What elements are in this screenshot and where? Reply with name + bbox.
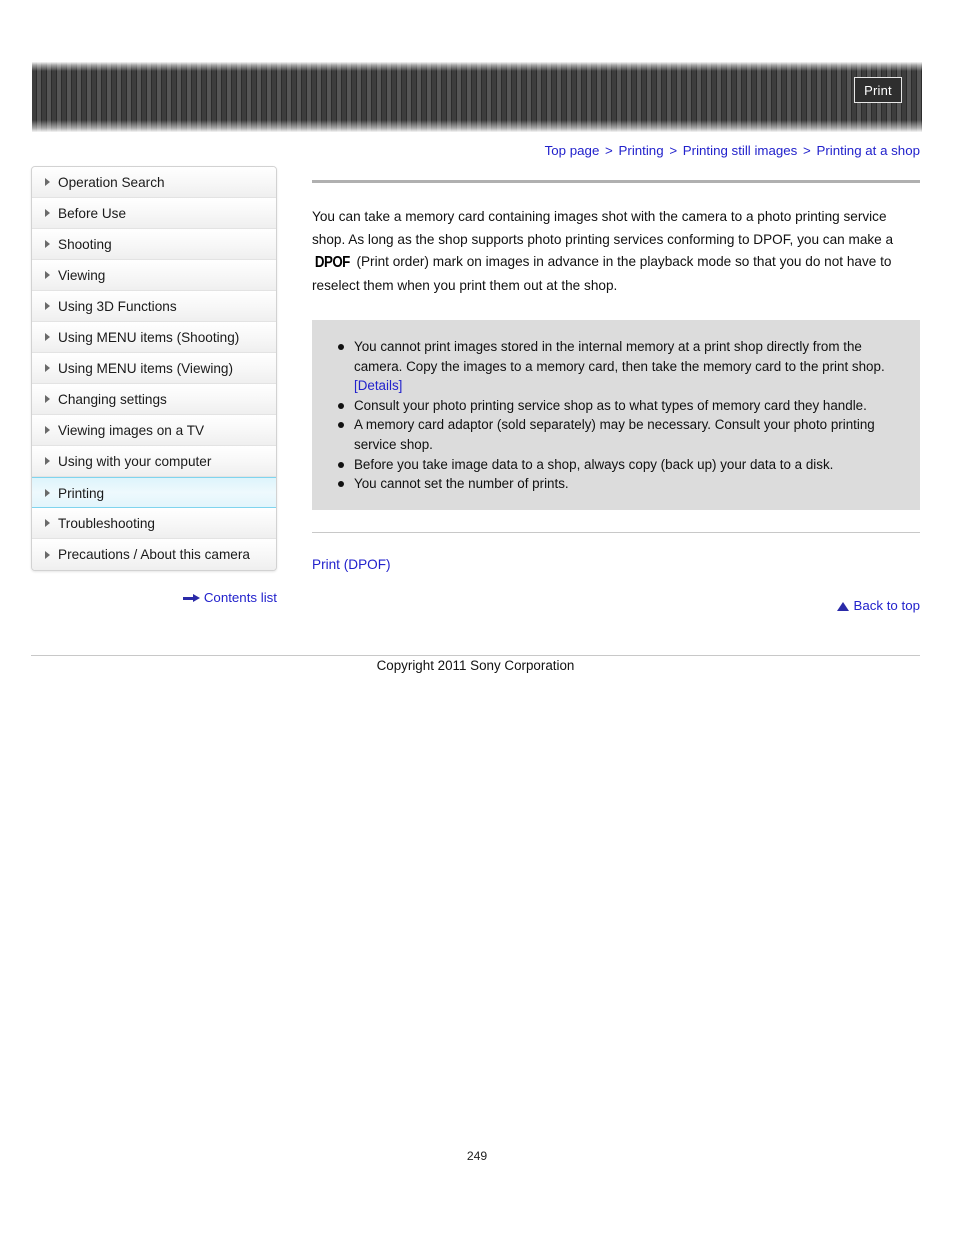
right-arrow-icon [182,594,200,603]
sidebar-item-viewing[interactable]: Viewing [32,260,276,291]
sidebar-item-before-use[interactable]: Before Use [32,198,276,229]
triangle-bullet-icon [45,457,50,465]
up-triangle-icon [837,601,850,611]
sidebar-item-changing-settings[interactable]: Changing settings [32,384,276,415]
triangle-bullet-icon [45,178,50,186]
triangle-bullet-icon [45,519,50,527]
sidebar-item-precautions-about-this-camera[interactable]: Precautions / About this camera [32,539,276,570]
sidebar-item-troubleshooting[interactable]: Troubleshooting [32,508,276,539]
middle-divider [312,531,920,533]
triangle-bullet-icon [45,488,50,497]
notes-box: You cannot print images stored in the in… [312,320,920,510]
note-text: You cannot print images stored in the in… [354,339,885,374]
bullet-icon [338,422,344,429]
sidebar-item-operation-search[interactable]: Operation Search [32,167,276,198]
bullet-icon [338,481,344,488]
page-number: 249 [466,1149,488,1163]
sidebar-item-shooting[interactable]: Shooting [32,229,276,260]
list-item: Before you take image data to a shop, al… [332,455,900,475]
triangle-bullet-icon [45,550,50,559]
breadcrumb-separator: > [669,143,678,158]
list-item: You cannot set the number of prints. [332,474,900,494]
sidebar-item-label: Precautions / About this camera [58,547,250,562]
intro-text-part1: You can take a memory card containing im… [312,209,894,247]
details-link[interactable]: [Details] [354,378,402,393]
contents-list-link[interactable]: Contents list [31,590,277,605]
sidebar-item-using-3d-functions[interactable]: Using 3D Functions [32,291,276,322]
sidebar-item-label: Using 3D Functions [58,299,177,314]
list-item: Consult your photo printing service shop… [332,396,900,416]
header-banner: Print [32,62,922,132]
triangle-bullet-icon [45,271,50,279]
sidebar-item-label: Changing settings [58,392,167,407]
sidebar-item-label: Viewing [58,268,106,283]
print-button[interactable]: Print [854,77,902,103]
copyright-text: Copyright 2011 Sony Corporation [376,658,575,673]
notes-list: You cannot print images stored in the in… [332,337,900,494]
print-dpof-link[interactable]: Print (DPOF) [312,557,920,572]
intro-paragraph: You can take a memory card containing im… [312,206,920,297]
back-to-top-link[interactable]: Back to top [312,598,920,613]
note-text: Consult your photo printing service shop… [354,397,867,413]
sidebar-item-label: Operation Search [58,175,165,190]
triangle-bullet-icon [45,395,50,403]
bullet-icon [338,402,344,409]
sidebar-item-label: Printing [58,486,105,501]
sidebar-item-label: Using MENU items (Shooting) [58,330,240,345]
sidebar-item-printing[interactable]: Printing [32,477,276,508]
bullet-icon [338,344,344,350]
triangle-bullet-icon [45,240,50,248]
list-item: You cannot print images stored in the in… [332,337,900,396]
sidebar-navigation: Operation Search Before Use Shooting Vie… [31,166,277,571]
back-to-top-label: Back to top [853,597,920,613]
sidebar-item-using-menu-items-viewing[interactable]: Using MENU items (Viewing) [32,353,276,384]
triangle-bullet-icon [45,209,50,217]
sidebar-item-label: Before Use [58,206,127,221]
sidebar-item-using-menu-items-shooting[interactable]: Using MENU items (Shooting) [32,322,276,353]
sidebar-item-viewing-images-on-a-tv[interactable]: Viewing images on a TV [32,415,276,446]
sidebar-item-label: Shooting [58,237,112,252]
list-item: A memory card adaptor (sold separately) … [332,415,900,454]
breadcrumb-item-printing-still-images[interactable]: Printing still images [683,143,798,158]
intro-text-part2: (Print order) mark on images in advance … [312,254,892,293]
note-text: A memory card adaptor (sold separately) … [354,417,875,452]
breadcrumb: Top page > Printing > Printing still ima… [32,143,920,158]
triangle-bullet-icon [45,426,50,434]
triangle-bullet-icon [45,333,50,341]
contents-list-label: Contents list [203,590,277,605]
note-text: You cannot set the number of prints. [354,476,569,492]
sidebar-item-label: Troubleshooting [58,516,155,531]
breadcrumb-item-top-page[interactable]: Top page [545,143,600,158]
sidebar-item-using-with-your-computer[interactable]: Using with your computer [32,446,276,477]
breadcrumb-item-printing-at-a-shop[interactable]: Printing at a shop [817,143,921,158]
triangle-bullet-icon [45,302,50,310]
footer-divider [31,655,920,656]
bullet-icon [338,461,344,468]
breadcrumb-separator: > [803,143,811,158]
top-divider [312,180,920,183]
breadcrumb-item-printing[interactable]: Printing [619,143,664,158]
main-content: You can take a memory card containing im… [312,180,920,613]
sidebar-item-label: Viewing images on a TV [58,423,205,438]
sidebar-item-label: Using MENU items (Viewing) [58,361,233,376]
breadcrumb-separator: > [605,143,613,158]
triangle-bullet-icon [45,364,50,372]
note-text: Before you take image data to a shop, al… [354,456,834,472]
sidebar-item-label: Using with your computer [58,454,212,469]
dpof-logo-icon: DPOF [314,254,350,271]
